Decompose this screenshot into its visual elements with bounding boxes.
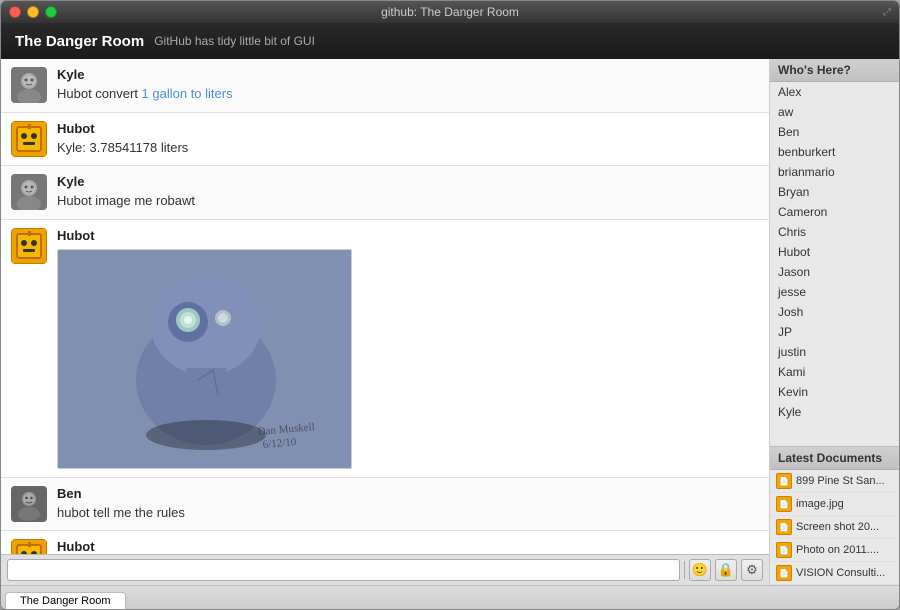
message-username: Kyle [57,67,759,82]
message-body: Ben hubot tell me the rules [57,486,759,523]
window-controls [9,6,57,18]
avatar [11,121,47,157]
message-row: Hubot 1. A robot may not injure a human … [1,531,769,554]
sidebar-user-item[interactable]: Jason [770,262,899,282]
close-button[interactable] [9,6,21,18]
sidebar-user-item[interactable]: aw [770,102,899,122]
doc-item[interactable]: 📄 image.jpg [770,493,899,516]
sidebar-user-item[interactable]: Kami [770,362,899,382]
sidebar-user-item[interactable]: Bryan [770,182,899,202]
highlight-text: 1 gallon to liters [142,86,233,101]
sidebar-user-item[interactable]: benburkert [770,142,899,162]
docs-section: Latest Documents 📄 899 Pine St San... 📄 ima… [770,446,899,585]
doc-item[interactable]: 📄 VISION Consulti... [770,562,899,585]
message-row: Hubot Kyle: 3.78541178 liters [1,113,769,167]
message-body: Kyle Hubot image me robawt [57,174,759,211]
sidebar: Who's Here? AlexawBenbenburkertbrianmari… [769,59,899,585]
sidebar-user-item[interactable]: Josh [770,302,899,322]
maximize-button[interactable] [45,6,57,18]
whos-here-title: Who's Here? [770,59,899,82]
message-body: Hubot [57,228,759,469]
avatar [11,486,47,522]
channel-title: The Danger Room [15,33,144,50]
doc-icon: 📄 [776,519,792,535]
titlebar: github: The Danger Room ⤢ [1,1,899,23]
avatar [11,67,47,103]
sidebar-user-item[interactable]: Chris [770,222,899,242]
message-username: Hubot [57,228,759,243]
sidebar-user-item[interactable]: Kyle [770,402,899,422]
sidebar-user-item[interactable]: Alex [770,82,899,102]
avatar [11,174,47,210]
users-list: AlexawBenbenburkertbrianmarioBryanCamero… [770,82,899,446]
message-row: Kyle Hubot convert 1 gallon to liters [1,59,769,113]
message-body: Hubot 1. A robot may not injure a human … [57,539,759,554]
message-text: Kyle: 3.78541178 liters [57,138,759,158]
message-body: Hubot Kyle: 3.78541178 liters [57,121,759,158]
doc-item[interactable]: 📄 899 Pine St San... [770,470,899,493]
bottom-tabs: The Danger Room [1,585,899,609]
doc-icon: 📄 [776,473,792,489]
main-window: github: The Danger Room ⤢ The Danger Roo… [0,0,900,610]
sidebar-user-item[interactable]: Cameron [770,202,899,222]
message-username: Ben [57,486,759,501]
doc-name: 899 Pine St San... [796,475,885,487]
sidebar-user-item[interactable]: justin [770,342,899,362]
doc-name: VISION Consulti... [796,567,885,579]
message-body: Kyle Hubot convert 1 gallon to liters [57,67,759,104]
sidebar-user-item[interactable]: JP [770,322,899,342]
doc-icon: 📄 [776,496,792,512]
smiley-button[interactable]: 🙂 [689,559,711,581]
sidebar-user-item[interactable]: Hubot [770,242,899,262]
message-username: Hubot [57,539,759,554]
message-text: hubot tell me the rules [57,503,759,523]
input-divider [684,561,685,579]
message-username: Hubot [57,121,759,136]
message-row: Kyle Hubot image me robawt [1,166,769,220]
lock-button[interactable]: 🔒 [715,559,737,581]
latest-docs-title: Latest Documents [770,447,899,470]
avatar [11,539,47,554]
chat-area: Kyle Hubot convert 1 gallon to liters [1,59,769,585]
resize-icon: ⤢ [883,7,891,18]
avatar [11,228,47,264]
doc-name: Photo on 2011.... [796,544,879,556]
robot-image: Dan Muskell 6/12/10 [57,249,352,469]
doc-icon: 📄 [776,542,792,558]
sidebar-user-item[interactable]: brianmario [770,162,899,182]
channel-subtitle: GitHub has tidy little bit of GUI [154,34,315,48]
doc-item[interactable]: 📄 Screen shot 20... [770,516,899,539]
settings-button[interactable]: ⚙ [741,559,763,581]
input-area: 🙂 🔒 ⚙ [1,554,769,585]
message-text: Hubot image me robawt [57,191,759,211]
doc-name: Screen shot 20... [796,521,879,533]
tab-danger-room[interactable]: The Danger Room [5,592,126,609]
message-username: Kyle [57,174,759,189]
doc-icon: 📄 [776,565,792,581]
message-text: Hubot convert 1 gallon to liters [57,84,759,104]
window-title: github: The Danger Room [381,5,519,19]
message-row: Hubot [1,220,769,478]
sidebar-user-item[interactable]: jesse [770,282,899,302]
sidebar-user-item[interactable]: Ben [770,122,899,142]
doc-name: image.jpg [796,498,844,510]
chat-input[interactable] [7,559,680,581]
app-header: The Danger Room GitHub has tidy little b… [1,23,899,59]
message-row: Ben hubot tell me the rules [1,478,769,532]
main-content: Kyle Hubot convert 1 gallon to liters [1,59,899,585]
messages-list: Kyle Hubot convert 1 gallon to liters [1,59,769,554]
sidebar-user-item[interactable]: Kevin [770,382,899,402]
minimize-button[interactable] [27,6,39,18]
doc-item[interactable]: 📄 Photo on 2011.... [770,539,899,562]
